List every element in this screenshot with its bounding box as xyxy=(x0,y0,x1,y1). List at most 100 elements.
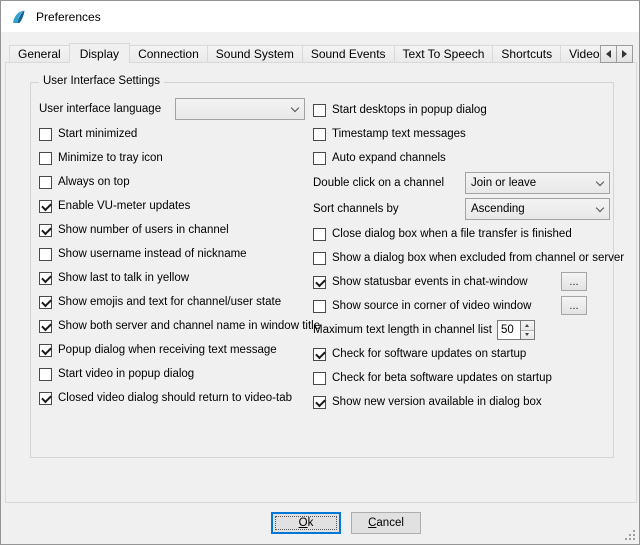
checkbox-label: Start video in popup dialog xyxy=(58,368,194,380)
show-new-version-available-in-dialog-box-row: Show new version available in dialog box xyxy=(313,392,611,412)
show-source-in-corner-of-video-window-row: Show source in corner of video window... xyxy=(313,296,611,316)
checkbox-label: Show both server and channel name in win… xyxy=(58,320,320,332)
timestamp-text-messages-row: Timestamp text messages xyxy=(313,124,611,144)
checkbox-label: Start minimized xyxy=(58,128,137,140)
app-icon xyxy=(11,9,27,25)
checkbox-start-desktops-in-popup-dialog[interactable] xyxy=(313,104,326,117)
tab-display[interactable]: Display xyxy=(69,43,130,63)
checkbox-show-statusbar-events-in-chat-window[interactable] xyxy=(313,276,326,289)
group-title: User Interface Settings xyxy=(39,75,164,87)
field-label: User interface language xyxy=(39,103,175,115)
cancel-button[interactable]: Cancel xyxy=(351,512,421,534)
resize-grip[interactable] xyxy=(624,529,636,541)
triangle-up-icon xyxy=(525,324,529,327)
field-label: Maximum text length in channel list xyxy=(313,324,492,336)
show-both-server-and-channel-name-in-window-title-row: Show both server and channel name in win… xyxy=(39,316,307,336)
user-interface-language-combobox[interactable] xyxy=(175,98,305,120)
left-column: User interface languageStart minimizedMi… xyxy=(39,98,307,408)
checkbox-start-video-in-popup-dialog[interactable] xyxy=(39,368,52,381)
checkbox-label: Check for beta software updates on start… xyxy=(332,372,552,384)
checkbox-always-on-top[interactable] xyxy=(39,176,52,189)
combobox-value: Ascending xyxy=(471,203,591,215)
titlebar: Preferences xyxy=(1,1,639,32)
check-for-software-updates-on-startup-row: Check for software updates on startup xyxy=(313,344,611,364)
start-desktops-in-popup-dialog-row: Start desktops in popup dialog xyxy=(313,100,611,120)
tab-scroll-right-button[interactable] xyxy=(616,45,633,63)
checkbox-label: Auto expand channels xyxy=(332,152,446,164)
popup-dialog-when-receiving-text-message-row: Popup dialog when receiving text message xyxy=(39,340,307,360)
checkbox-show-username-instead-of-nickname[interactable] xyxy=(39,248,52,261)
tab-video[interactable]: Video xyxy=(560,45,600,63)
spinner-buttons xyxy=(520,320,535,340)
spin-up-button[interactable] xyxy=(521,321,534,331)
maximum-text-length-in-channel-list-spinner[interactable]: 50 xyxy=(497,320,535,340)
checkbox-check-for-beta-software-updates-on-startup[interactable] xyxy=(313,372,326,385)
spin-down-button[interactable] xyxy=(521,331,534,340)
show-last-to-talk-in-yellow-row: Show last to talk in yellow xyxy=(39,268,307,288)
tab-panel: User Interface Settings User interface l… xyxy=(5,62,637,503)
combobox-value: Join or leave xyxy=(471,177,591,189)
checkbox-label: Always on top xyxy=(58,176,130,188)
checkbox-label: Show username instead of nickname xyxy=(58,248,247,260)
tab-shortcuts[interactable]: Shortcuts xyxy=(492,45,561,63)
tab-scroll-left-button[interactable] xyxy=(600,45,617,63)
chevron-down-icon xyxy=(591,199,609,219)
sort-channels-by-row: Sort channels by Ascending xyxy=(313,198,611,220)
checkbox-label: Close dialog box when a file transfer is… xyxy=(332,228,572,240)
tab-scroll xyxy=(600,45,633,63)
checkbox-label: Check for software updates on startup xyxy=(332,348,526,360)
window-title: Preferences xyxy=(36,10,101,24)
checkbox-auto-expand-channels[interactable] xyxy=(313,152,326,165)
checkbox-show-emojis-and-text-for-channel-user-state[interactable] xyxy=(39,296,52,309)
tab-sound-system[interactable]: Sound System xyxy=(207,45,303,63)
user-interface-settings-group: User Interface Settings User interface l… xyxy=(30,82,614,458)
show-a-dialog-box-when-excluded-from-channel-or-server-row: Show a dialog box when excluded from cha… xyxy=(313,248,611,268)
double-click-on-a-channel-combobox[interactable]: Join or leave xyxy=(465,172,610,194)
checkbox-show-new-version-available-in-dialog-box[interactable] xyxy=(313,396,326,409)
checkbox-popup-dialog-when-receiving-text-message[interactable] xyxy=(39,344,52,357)
double-click-on-a-channel-row: Double click on a channel Join or leave xyxy=(313,172,611,194)
checkbox-label: Show source in corner of video window xyxy=(332,300,531,312)
chevron-down-icon xyxy=(591,173,609,193)
checkbox-label: Start desktops in popup dialog xyxy=(332,104,487,116)
ok-button[interactable]: Ok xyxy=(271,512,341,534)
field-label: Double click on a channel xyxy=(313,177,465,189)
ellipsis-button-show-source-in-corner-of-video-window[interactable]: ... xyxy=(561,296,587,315)
checkbox-show-source-in-corner-of-video-window[interactable] xyxy=(313,300,326,313)
closed-video-dialog-should-return-to-video-tab-row: Closed video dialog should return to vid… xyxy=(39,388,307,408)
checkbox-label: Show last to talk in yellow xyxy=(58,272,189,284)
checkbox-close-dialog-box-when-a-file-transfer-is-finished[interactable] xyxy=(313,228,326,241)
preferences-window: Preferences GeneralDisplayConnectionSoun… xyxy=(0,0,640,545)
checkbox-label: Show a dialog box when excluded from cha… xyxy=(332,252,624,264)
tab-connection[interactable]: Connection xyxy=(129,45,208,63)
close-dialog-box-when-a-file-transfer-is-finished-row: Close dialog box when a file transfer is… xyxy=(313,224,611,244)
enable-vu-meter-updates-row: Enable VU-meter updates xyxy=(39,196,307,216)
checkbox-label: Enable VU-meter updates xyxy=(58,200,190,212)
start-video-in-popup-dialog-row: Start video in popup dialog xyxy=(39,364,307,384)
checkbox-minimize-to-tray-icon[interactable] xyxy=(39,152,52,165)
check-for-beta-software-updates-on-startup-row: Check for beta software updates on start… xyxy=(313,368,611,388)
checkbox-show-a-dialog-box-when-excluded-from-channel-or-server[interactable] xyxy=(313,252,326,265)
checkbox-start-minimized[interactable] xyxy=(39,128,52,141)
checkbox-timestamp-text-messages[interactable] xyxy=(313,128,326,141)
checkbox-check-for-software-updates-on-startup[interactable] xyxy=(313,348,326,361)
arrow-right-icon xyxy=(622,50,627,58)
checkbox-label: Timestamp text messages xyxy=(332,128,466,140)
tab-text-to-speech[interactable]: Text To Speech xyxy=(394,45,494,63)
checkbox-label: Show statusbar events in chat-window xyxy=(332,276,528,288)
checkbox-closed-video-dialog-should-return-to-video-tab[interactable] xyxy=(39,392,52,405)
checkbox-label: Show new version available in dialog box xyxy=(332,396,542,408)
checkbox-show-both-server-and-channel-name-in-window-title[interactable] xyxy=(39,320,52,333)
checkbox-label: Show number of users in channel xyxy=(58,224,229,236)
sort-channels-by-combobox[interactable]: Ascending xyxy=(465,198,610,220)
checkbox-show-number-of-users-in-channel[interactable] xyxy=(39,224,52,237)
field-label: Sort channels by xyxy=(313,203,465,215)
tab-sound-events[interactable]: Sound Events xyxy=(302,45,395,63)
checkbox-enable-vu-meter-updates[interactable] xyxy=(39,200,52,213)
chevron-down-icon xyxy=(286,99,304,119)
checkbox-show-last-to-talk-in-yellow[interactable] xyxy=(39,272,52,285)
user-interface-language-row: User interface language xyxy=(39,98,307,120)
ellipsis-button-show-statusbar-events-in-chat-window[interactable]: ... xyxy=(561,272,587,291)
tab-general[interactable]: General xyxy=(9,45,70,63)
checkbox-label: Closed video dialog should return to vid… xyxy=(58,392,292,404)
